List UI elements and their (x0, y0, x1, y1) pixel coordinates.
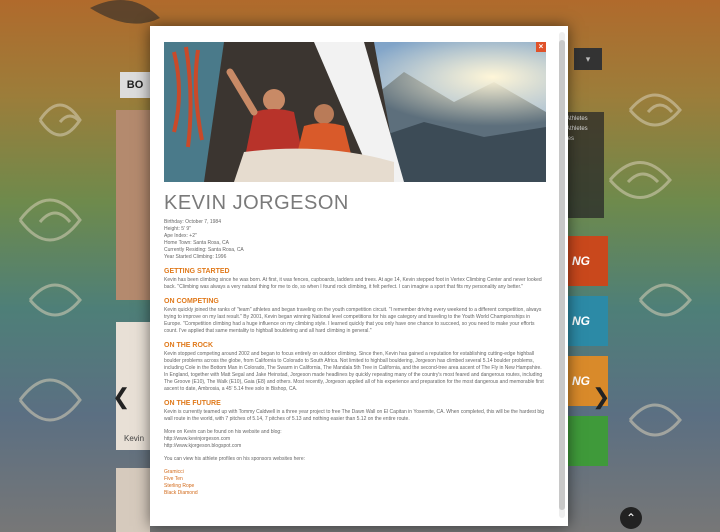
background-dropdown[interactable]: ▾ (574, 48, 602, 70)
background-athlete-card[interactable] (116, 468, 150, 532)
website-link[interactable]: http://www.kevinjorgeson.com (164, 436, 546, 443)
background-photo (116, 110, 150, 300)
background-tile[interactable]: NG (562, 296, 608, 346)
tile-text: NG (572, 254, 590, 268)
sponsor-link[interactable]: Black Diamond (164, 490, 546, 497)
modal-content: × KEVIN JORGESON Birthday: October 7, 19… (164, 42, 546, 497)
stat-residence: Currently Residing: Santa Rosa, CA (164, 247, 244, 253)
section-text-on-the-rock: Kevin stopped competing around 2002 and … (164, 351, 544, 392)
scroll-top-button[interactable]: ⌃ (620, 507, 642, 529)
athlete-stats: Birthday: October 7, 1984 Height: 5' 9" … (164, 219, 546, 261)
more-info-intro: More on Kevin can be found on his websit… (164, 429, 282, 435)
sponsors-intro: You can view his athlete profiles on his… (164, 456, 306, 462)
carousel-next-icon[interactable]: ❯ (592, 384, 610, 410)
section-heading-on-competing: ON COMPETING (164, 298, 219, 305)
blog-link[interactable]: http://www.kjorgeson.blogspot.com (164, 443, 546, 450)
stat-year-started: Year Started Climbing: 1996 (164, 254, 227, 260)
sponsor-link[interactable]: Gramicci (164, 469, 546, 476)
background-nav-item[interactable]: BO (120, 72, 150, 98)
section-heading-on-the-rock: ON THE ROCK (164, 342, 213, 349)
athlete-card-label: Kevin (124, 434, 145, 443)
section-text-on-competing: Kevin quickly joined the ranks of "team"… (164, 307, 542, 334)
section-heading-getting-started: GETTING STARTED (164, 268, 230, 275)
carousel-prev-icon[interactable]: ❮ (112, 384, 130, 410)
modal-scrollbar-thumb[interactable] (559, 40, 565, 510)
stat-ape-index: Ape Index: +2" (164, 233, 197, 239)
close-button[interactable]: × (536, 42, 546, 52)
hero-image (164, 42, 546, 182)
section-text-getting-started: Kevin has been climbing since he was bor… (164, 277, 542, 290)
background-tile[interactable] (562, 416, 608, 466)
tile-text: NG (572, 314, 590, 328)
stat-home-town: Home Town: Santa Rosa, CA (164, 240, 229, 246)
tile-text: NG (572, 374, 590, 388)
hero-photo: × (164, 42, 546, 182)
stat-height: Height: 5' 9" (164, 226, 191, 232)
section-heading-on-the-future: ON THE FUTURE (164, 400, 221, 407)
modal-scrollbar[interactable] (559, 32, 565, 518)
stat-birthday: Birthday: October 7, 1984 (164, 219, 221, 225)
sponsor-link[interactable]: Sterling Rope (164, 483, 546, 490)
background-tile[interactable]: NG (562, 236, 608, 286)
athlete-name-title: KEVIN JORGESON (164, 192, 349, 214)
athlete-profile-modal: × KEVIN JORGESON Birthday: October 7, 19… (150, 26, 568, 526)
sponsor-link[interactable]: Five Ten (164, 476, 546, 483)
section-text-on-the-future: Kevin is currently teamed up with Tommy … (164, 409, 545, 422)
